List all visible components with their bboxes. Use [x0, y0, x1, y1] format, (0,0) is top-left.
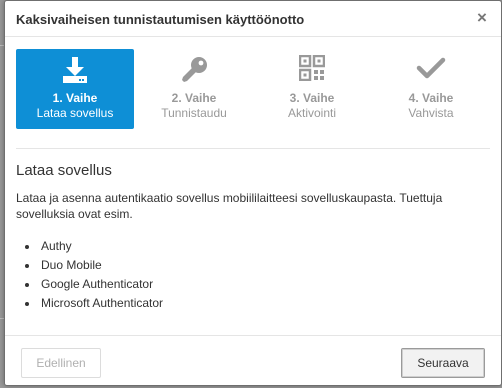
list-item: Authy — [39, 237, 163, 256]
list-item: Google Authenticator — [39, 275, 163, 294]
two-factor-setup-dialog: Kaksivaiheisen tunnistautumisen käyttöön… — [4, 0, 502, 386]
step-indicator: 1. Vaihe Lataa sovellus 2. Vaihe Tunnist… — [16, 49, 492, 129]
step-label: Vahvista — [408, 106, 454, 120]
step-2: 2. Vaihe Tunnistaudu — [135, 49, 253, 129]
next-button[interactable]: Seuraava — [401, 348, 485, 378]
step-4: 4. Vaihe Vahvista — [372, 49, 490, 129]
step-number: 3. Vaihe — [289, 91, 335, 105]
step-number: 4. Vaihe — [408, 91, 454, 105]
checkmark-icon — [372, 55, 490, 85]
close-icon[interactable]: × — [473, 9, 491, 27]
dialog-header: Kaksivaiheisen tunnistautumisen käyttöön… — [5, 1, 501, 37]
supported-apps-list: Authy Duo Mobile Google Authenticator Mi… — [39, 237, 163, 313]
key-icon — [135, 55, 253, 85]
step-1: 1. Vaihe Lataa sovellus — [16, 49, 134, 129]
step-3: 3. Vaihe Aktivointi — [253, 49, 371, 129]
step-label: Aktivointi — [287, 106, 337, 120]
qr-code-icon — [253, 55, 371, 85]
list-item: Duo Mobile — [39, 256, 163, 275]
step-number: 2. Vaihe — [171, 91, 217, 105]
dialog-footer: Edellinen Seuraava — [5, 335, 501, 385]
step-number: 1. Vaihe — [52, 91, 98, 105]
download-icon — [16, 55, 134, 85]
step-label: Lataa sovellus — [36, 106, 114, 120]
step-label: Tunnistaudu — [161, 106, 227, 120]
previous-button[interactable]: Edellinen — [21, 348, 101, 378]
section-description: Lataa ja asenna autentikaatio sovellus m… — [16, 191, 443, 221]
list-item: Microsoft Authenticator — [39, 294, 163, 313]
content-divider — [16, 148, 490, 149]
section-title: Lataa sovellus — [16, 162, 112, 179]
dialog-title: Kaksivaiheisen tunnistautumisen käyttöön… — [16, 12, 305, 27]
